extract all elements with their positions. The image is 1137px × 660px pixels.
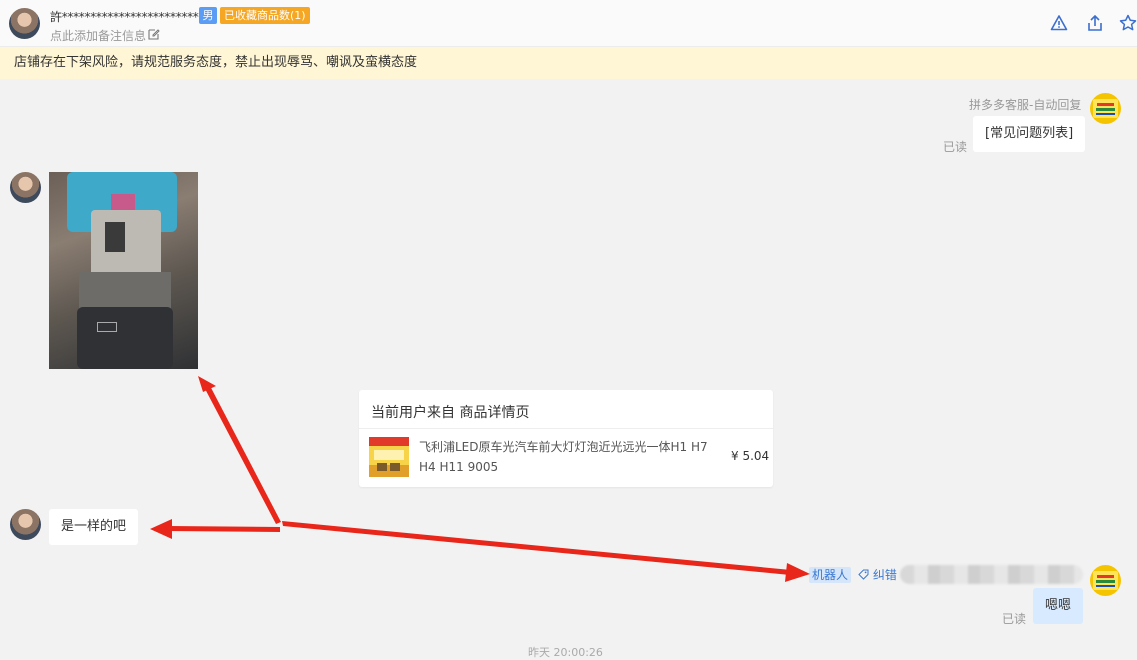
correct-label: 纠错 bbox=[872, 568, 897, 582]
customer-avatar[interactable] bbox=[10, 172, 41, 203]
card-divider bbox=[359, 428, 773, 429]
shop-avatar bbox=[1090, 565, 1121, 596]
product-source-card[interactable]: 当前用户来自 商品详情页 飞利浦LED原车光汽车前大灯灯泡近光远光一体H1 H7… bbox=[359, 390, 773, 487]
product-thumbnail[interactable] bbox=[369, 437, 409, 477]
product-name[interactable]: 飞利浦LED原车光汽车前大灯灯泡近光远光一体H1 H7 H4 H11 9005 bbox=[419, 437, 721, 477]
favorites-badge[interactable]: 已收藏商品数(1) bbox=[220, 7, 310, 24]
correct-button[interactable]: 纠错 bbox=[858, 566, 897, 584]
customer-username: 許*************************8 bbox=[50, 10, 212, 24]
reply-bubble: 嗯嗯 bbox=[1033, 588, 1084, 624]
auto-reply-sender: 拼多多客服-自动回复 bbox=[969, 98, 1082, 112]
chat-header: 許*************************8 男 已收藏商品数(1) … bbox=[0, 0, 1137, 47]
customer-photo-message[interactable] bbox=[49, 172, 198, 369]
blurred-sender-name bbox=[900, 565, 1083, 584]
remark-link[interactable]: 点此添加备注信息 bbox=[50, 27, 146, 44]
warning-icon[interactable] bbox=[1050, 14, 1068, 32]
arrow-to-robot-tag bbox=[282, 521, 810, 582]
edit-icon[interactable] bbox=[148, 28, 160, 40]
product-price: ¥ 5.04 bbox=[731, 449, 770, 463]
customer-message: 是一样的吧 bbox=[49, 509, 139, 545]
arrow-to-photo bbox=[198, 376, 281, 524]
gender-badge: 男 bbox=[199, 7, 217, 24]
auto-reply-bubble[interactable]: [常见问题列表] bbox=[973, 116, 1086, 152]
risk-notice-banner: 店铺存在下架风险，请规范服务态度，禁止出现辱骂、嘲讽及蛮横态度 bbox=[0, 47, 1137, 79]
read-status: 已读 bbox=[1002, 612, 1027, 626]
tag-icon bbox=[858, 569, 869, 580]
timestamp: 昨天 20:00:26 bbox=[528, 646, 603, 659]
shop-avatar bbox=[1090, 93, 1121, 124]
card-title: 当前用户来自 商品详情页 bbox=[371, 405, 530, 421]
share-icon[interactable] bbox=[1086, 14, 1104, 32]
customer-avatar[interactable] bbox=[9, 8, 40, 39]
arrow-to-customer-message bbox=[150, 519, 280, 539]
read-status: 已读 bbox=[943, 140, 968, 154]
customer-avatar[interactable] bbox=[10, 509, 41, 540]
star-icon[interactable] bbox=[1119, 14, 1137, 32]
robot-tag: 机器人 bbox=[809, 567, 852, 583]
